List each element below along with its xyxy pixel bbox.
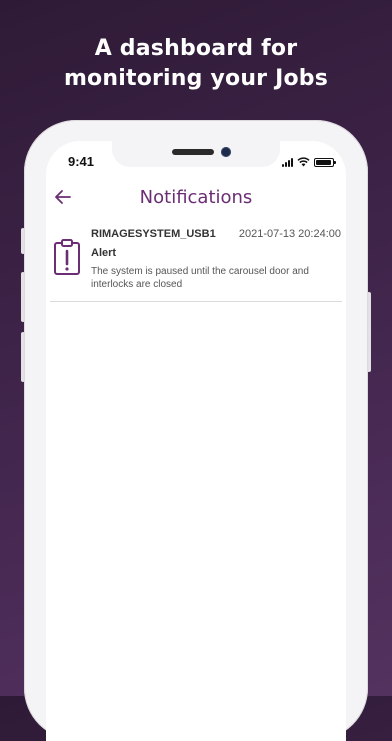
notification-message: The system is paused until the carousel … — [91, 266, 309, 290]
status-time: 9:41 — [68, 154, 95, 169]
notification-timestamp: 2021-07-13 20:24:00 — [238, 228, 341, 240]
notification-type: Alert — [91, 247, 117, 259]
speaker-grille — [172, 149, 214, 155]
front-camera — [221, 147, 231, 157]
cellular-signal-icon — [282, 157, 293, 167]
clipboard-alert-icon — [54, 239, 80, 275]
list-divider — [50, 301, 342, 302]
headline-line-1: A dashboard for — [94, 36, 298, 61]
headline-line-2: monitoring your Jobs — [63, 66, 329, 91]
status-icons — [282, 155, 336, 167]
page-title: Notifications — [139, 187, 253, 208]
notification-source: RIMAGESYSTEM_USB1 — [91, 228, 216, 240]
wifi-icon — [297, 157, 310, 167]
marketing-headline: A dashboard for monitoring your Jobs — [0, 34, 392, 94]
battery-icon — [314, 158, 336, 167]
